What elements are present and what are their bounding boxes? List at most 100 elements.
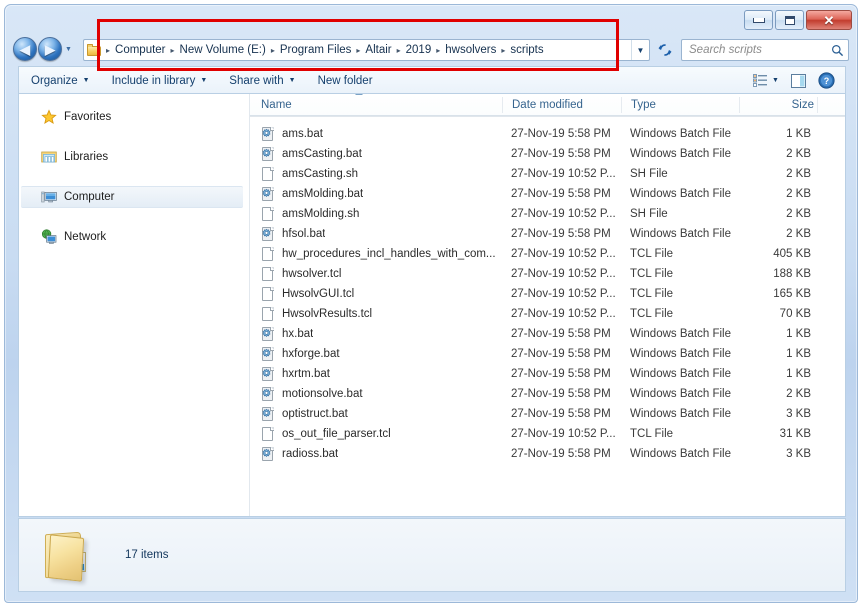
sidebar-item-favorites[interactable]: Favorites xyxy=(19,106,249,128)
file-name-cell[interactable]: amsMolding.sh xyxy=(250,206,502,222)
help-button[interactable]: ? xyxy=(813,70,839,92)
table-row[interactable]: optistruct.bat 27-Nov-19 5:58 PM Windows B… xyxy=(250,404,845,424)
title-bar: ✕ xyxy=(5,5,857,35)
sidebar-item-libraries[interactable]: Libraries xyxy=(19,146,249,168)
file-type-cell: TCL File xyxy=(630,248,674,260)
status-bar: 17 items xyxy=(18,518,846,592)
search-icon xyxy=(826,44,848,57)
file-name-label: HwsolvResults.tcl xyxy=(282,308,373,320)
batch-file-icon xyxy=(261,326,275,342)
table-row[interactable]: ams.bat 27-Nov-19 5:58 PM Windows Batch Fi… xyxy=(250,124,845,144)
table-row[interactable]: hfsol.bat 27-Nov-19 5:58 PM Windows Batch … xyxy=(250,224,845,244)
file-name-cell[interactable]: os_out_file_parser.tcl xyxy=(250,426,502,442)
breadcrumb-item-scripts[interactable]: scripts xyxy=(507,43,546,57)
close-button[interactable]: ✕ xyxy=(806,10,852,30)
sidebar-item-computer[interactable]: Computer xyxy=(21,186,243,208)
file-name-cell[interactable]: hx.bat xyxy=(250,326,502,342)
file-rows: ams.bat 27-Nov-19 5:58 PM Windows Batch Fi… xyxy=(250,117,845,516)
sidebar-item-network[interactable]: Network xyxy=(19,226,249,248)
file-name-cell[interactable]: amsCasting.sh xyxy=(250,166,502,182)
share-with-button[interactable]: Share with ▼ xyxy=(219,70,305,92)
file-name-cell[interactable]: amsCasting.bat xyxy=(250,146,502,162)
table-row[interactable]: hx.bat 27-Nov-19 5:58 PM Windows Batch Fil… xyxy=(250,324,845,344)
breadcrumb-item-program-files[interactable]: Program Files xyxy=(277,43,355,57)
table-row[interactable]: hxrtm.bat 27-Nov-19 5:58 PM Windows Batch … xyxy=(250,364,845,384)
column-header-date-modified[interactable]: Date modified xyxy=(502,97,621,113)
breadcrumb-item-altair[interactable]: Altair xyxy=(362,43,394,57)
table-row[interactable]: hwsolver.tcl 27-Nov-19 10:52 P... TCL File… xyxy=(250,264,845,284)
file-name-cell[interactable]: HwsolvGUI.tcl xyxy=(250,286,502,302)
file-name-cell[interactable]: hw_procedures_incl_handles_with_com... xyxy=(250,246,502,262)
search-box[interactable]: Search scripts xyxy=(681,39,849,61)
table-row[interactable]: HwsolvGUI.tcl 27-Nov-19 10:52 P... TCL Fil… xyxy=(250,284,845,304)
file-date-cell: 27-Nov-19 10:52 P... xyxy=(511,428,616,440)
minimize-button[interactable] xyxy=(744,10,773,30)
file-date-cell: 27-Nov-19 5:58 PM xyxy=(511,228,611,240)
table-row[interactable]: radioss.bat 27-Nov-19 5:58 PM Windows Batc… xyxy=(250,444,845,464)
file-name-cell[interactable]: hxforge.bat xyxy=(250,346,502,362)
chevron-down-icon: ▼ xyxy=(82,77,90,84)
file-date-cell: 27-Nov-19 10:52 P... xyxy=(511,208,616,220)
forward-button[interactable]: ▶ xyxy=(38,37,62,61)
file-date-cell: 27-Nov-19 5:58 PM xyxy=(511,368,611,380)
file-date-cell: 27-Nov-19 5:58 PM xyxy=(511,348,611,360)
file-type-cell: TCL File xyxy=(630,308,674,320)
table-row[interactable]: amsMolding.bat 27-Nov-19 5:58 PM Windows B… xyxy=(250,184,845,204)
show-preview-pane-button[interactable] xyxy=(785,70,811,92)
sidebar-item-label: Computer xyxy=(64,191,115,203)
maximize-button[interactable] xyxy=(775,10,804,30)
refresh-button[interactable] xyxy=(654,39,676,61)
file-name-label: motionsolve.bat xyxy=(282,388,363,400)
file-name-cell[interactable]: HwsolvResults.tcl xyxy=(250,306,502,322)
column-header-type[interactable]: Type xyxy=(621,97,739,113)
breadcrumb-separator: ▸ xyxy=(436,45,441,55)
chevron-down-icon[interactable]: ▼ xyxy=(631,40,649,60)
file-size-cell: 188 KB xyxy=(773,268,811,280)
file-size-cell: 2 KB xyxy=(786,208,811,220)
include-in-library-button[interactable]: Include in library ▼ xyxy=(102,70,218,92)
column-header-label: Name xyxy=(261,99,292,111)
new-folder-button[interactable]: New folder xyxy=(308,70,383,92)
breadcrumb-item-2019[interactable]: 2019 xyxy=(403,43,435,57)
column-header-filler xyxy=(817,97,845,113)
breadcrumb-item-hwsolvers[interactable]: hwsolvers xyxy=(442,43,499,57)
navigation-buttons: ◀ ▶ ▼ xyxy=(13,37,72,61)
breadcrumb-item-computer[interactable]: Computer xyxy=(112,43,169,57)
file-name-cell[interactable]: ams.bat xyxy=(250,126,502,142)
file-size-cell: 70 KB xyxy=(779,308,811,320)
file-name-cell[interactable]: motionsolve.bat xyxy=(250,386,502,402)
breadcrumb-separator: ▸ xyxy=(270,45,275,55)
help-icon: ? xyxy=(817,72,835,89)
file-date-cell: 27-Nov-19 5:58 PM xyxy=(511,328,611,340)
file-name-cell[interactable]: optistruct.bat xyxy=(250,406,502,422)
table-row[interactable]: hxforge.bat 27-Nov-19 5:58 PM Windows Batc… xyxy=(250,344,845,364)
organize-button[interactable]: Organize ▼ xyxy=(21,70,100,92)
table-row[interactable]: HwsolvResults.tcl 27-Nov-19 10:52 P... TCL… xyxy=(250,304,845,324)
batch-file-icon xyxy=(261,406,275,422)
batch-file-icon xyxy=(261,366,275,382)
address-bar[interactable]: ▸ Computer ▸ New Volume (E:) ▸ Program F… xyxy=(83,39,650,61)
batch-file-icon xyxy=(261,346,275,362)
gear-icon xyxy=(262,128,271,137)
file-size-cell: 2 KB xyxy=(786,388,811,400)
table-row[interactable]: os_out_file_parser.tcl 27-Nov-19 10:52 P.… xyxy=(250,424,845,444)
search-input[interactable]: Search scripts xyxy=(682,44,826,56)
file-name-cell[interactable]: hwsolver.tcl xyxy=(250,266,502,282)
file-name-cell[interactable]: amsMolding.bat xyxy=(250,186,502,202)
back-button[interactable]: ◀ xyxy=(13,37,37,61)
file-name-cell[interactable]: radioss.bat xyxy=(250,446,502,462)
file-name-cell[interactable]: hxrtm.bat xyxy=(250,366,502,382)
minimize-icon xyxy=(752,17,765,23)
table-row[interactable]: motionsolve.bat 27-Nov-19 5:58 PM Windows … xyxy=(250,384,845,404)
table-row[interactable]: amsCasting.sh 27-Nov-19 10:52 P... SH File… xyxy=(250,164,845,184)
table-row[interactable]: hw_procedures_incl_handles_with_com... 27… xyxy=(250,244,845,264)
column-header-size[interactable]: Size xyxy=(739,97,817,113)
column-header-name[interactable]: Name xyxy=(250,94,502,113)
chevron-down-icon[interactable]: ▼ xyxy=(772,77,779,84)
breadcrumb-item-new-volume[interactable]: New Volume (E:) xyxy=(177,43,269,57)
file-name-cell[interactable]: hfsol.bat xyxy=(250,226,502,242)
table-row[interactable]: amsCasting.bat 27-Nov-19 5:58 PM Windows B… xyxy=(250,144,845,164)
table-row[interactable]: amsMolding.sh 27-Nov-19 10:52 P... SH File… xyxy=(250,204,845,224)
change-view-button[interactable]: ▼ xyxy=(749,70,783,92)
recent-pages-caret-icon[interactable]: ▼ xyxy=(65,46,72,53)
